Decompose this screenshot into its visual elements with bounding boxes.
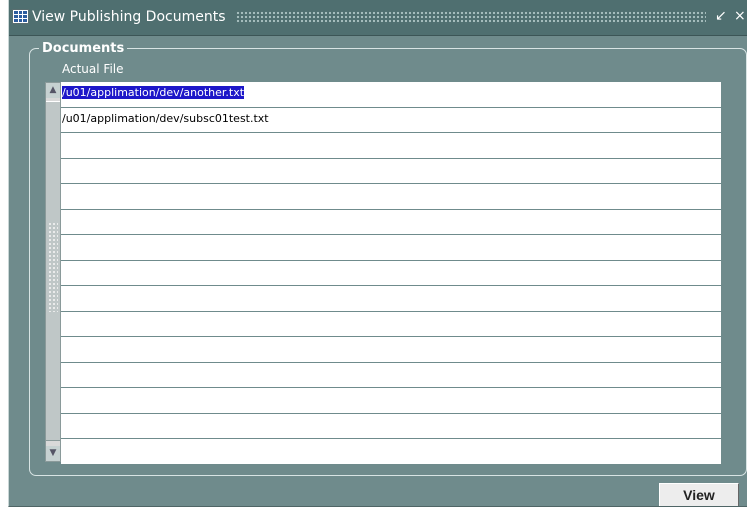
- actual-file-column-header: Actual File: [62, 62, 124, 76]
- document-row[interactable]: [61, 184, 721, 210]
- scroll-down-icon[interactable]: ▼: [46, 446, 60, 461]
- document-row[interactable]: [61, 388, 721, 414]
- document-row[interactable]: [61, 158, 721, 184]
- grip-icon: [48, 222, 58, 312]
- document-row[interactable]: [61, 311, 721, 337]
- document-row[interactable]: [61, 286, 721, 312]
- document-row[interactable]: [61, 235, 721, 261]
- document-row[interactable]: [61, 209, 721, 235]
- document-path: /u01/applimation/dev/another.txt: [62, 86, 245, 99]
- document-row[interactable]: [61, 439, 721, 465]
- close-icon[interactable]: ×: [734, 8, 746, 25]
- document-row[interactable]: /u01/applimation/dev/another.txt: [61, 82, 721, 108]
- document-row[interactable]: [61, 260, 721, 286]
- document-row[interactable]: [61, 362, 721, 388]
- title-bar-pattern: [236, 11, 706, 24]
- scroll-thumb[interactable]: [46, 101, 60, 441]
- document-path: /u01/applimation/dev/subsc01test.txt: [62, 111, 269, 125]
- document-row[interactable]: [61, 133, 721, 159]
- document-row[interactable]: [61, 413, 721, 439]
- window-title: View Publishing Documents: [32, 9, 226, 25]
- view-button[interactable]: View: [659, 483, 739, 506]
- vertical-scrollbar[interactable]: ▲ ▼: [45, 82, 61, 462]
- document-row[interactable]: /u01/applimation/dev/subsc01test.txt: [61, 107, 721, 133]
- title-bar[interactable]: View Publishing Documents ↙ ×: [9, 0, 747, 36]
- minimize-icon[interactable]: ↙: [715, 8, 727, 25]
- document-row[interactable]: [61, 337, 721, 363]
- grid-window-icon: [12, 9, 29, 24]
- documents-legend: Documents: [39, 41, 128, 56]
- scroll-up-icon[interactable]: ▲: [46, 83, 60, 98]
- publishing-documents-window: View Publishing Documents ↙ × Documents …: [8, 0, 747, 507]
- documents-list: /u01/applimation/dev/another.txt/u01/app…: [61, 82, 721, 465]
